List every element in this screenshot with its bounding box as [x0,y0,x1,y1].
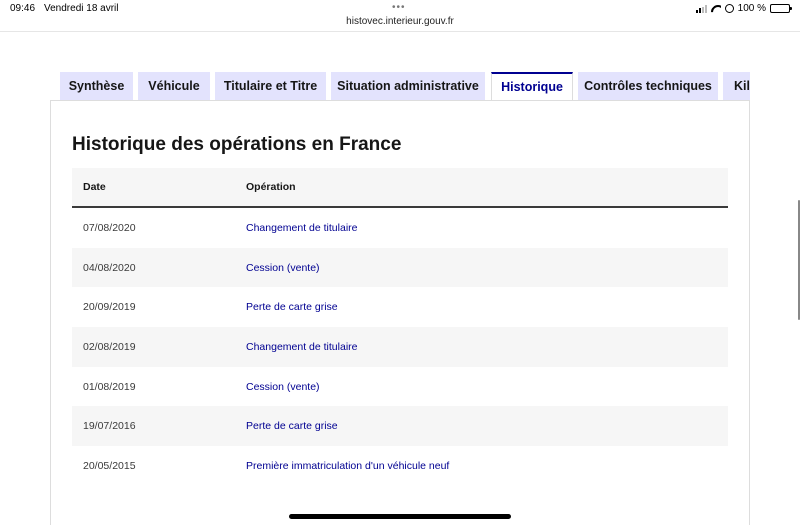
tab-kilometrage[interactable]: Kil [723,72,750,100]
cell-date: 04/08/2020 [83,261,136,274]
more-dots-icon[interactable]: ••• [392,2,406,13]
cell-operation-link[interactable]: Perte de carte grise [246,420,338,432]
table-row: 19/07/2016 Perte de carte grise [72,406,728,447]
wifi-icon [711,5,721,13]
tab-historique[interactable]: Historique [491,72,573,100]
cell-operation-link[interactable]: Cession (vente) [246,262,320,274]
operations-table: Date Opération 07/08/2020 Changement de … [72,168,728,486]
column-header-date: Date [83,181,106,193]
address-bar-url[interactable]: histovec.interieur.gouv.fr [0,16,800,27]
tab-controles-techniques[interactable]: Contrôles techniques [578,72,718,100]
cell-operation-link[interactable]: Perte de carte grise [246,301,338,313]
battery-percent: 100 % [737,3,766,14]
cell-date: 01/08/2019 [83,380,136,393]
cell-operation-link[interactable]: Cession (vente) [246,381,320,393]
cell-operation-link[interactable]: Changement de titulaire [246,222,358,234]
battery-icon [770,4,792,13]
ios-status-bar: 09:46 Vendredi 18 avril ••• histovec.int… [0,0,800,32]
tab-situation-administrative[interactable]: Situation administrative [331,72,485,100]
status-indicators: 100 % [695,3,792,14]
cell-date: 07/08/2020 [83,222,136,234]
status-time: 09:46 [10,3,36,14]
table-row: 20/05/2015 Première immatriculation d'un… [72,446,728,486]
table-row: 02/08/2019 Changement de titulaire [72,327,728,367]
cell-operation-link[interactable]: Première immatriculation d'un véhicule n… [246,460,449,472]
column-header-operation: Opération [246,181,296,193]
cell-operation-link[interactable]: Changement de titulaire [246,341,358,353]
home-indicator[interactable] [289,514,511,519]
tab-titulaire-titre[interactable]: Titulaire et Titre [215,72,326,100]
page-title: Historique des opérations en France [72,134,402,155]
cell-date: 02/08/2019 [83,341,136,354]
table-row: 07/08/2020 Changement de titulaire [72,208,728,248]
tab-synthese[interactable]: Synthèse [60,72,133,100]
cell-date: 20/05/2015 [83,460,136,473]
table-row: 20/09/2019 Perte de carte grise [72,287,728,327]
cell-date: 19/07/2016 [83,420,136,433]
table-row: 01/08/2019 Cession (vente) [72,367,728,407]
table-header: Date Opération [72,168,728,208]
table-row: 04/08/2020 Cession (vente) [72,247,728,288]
cell-date: 20/09/2019 [83,301,136,314]
tab-vehicule[interactable]: Véhicule [138,72,210,100]
orientation-lock-icon [724,4,734,13]
tab-bar: Synthèse Véhicule Titulaire et Titre Sit… [60,72,750,100]
signal-icon [695,4,707,13]
status-date: Vendredi 18 avril [44,3,119,14]
